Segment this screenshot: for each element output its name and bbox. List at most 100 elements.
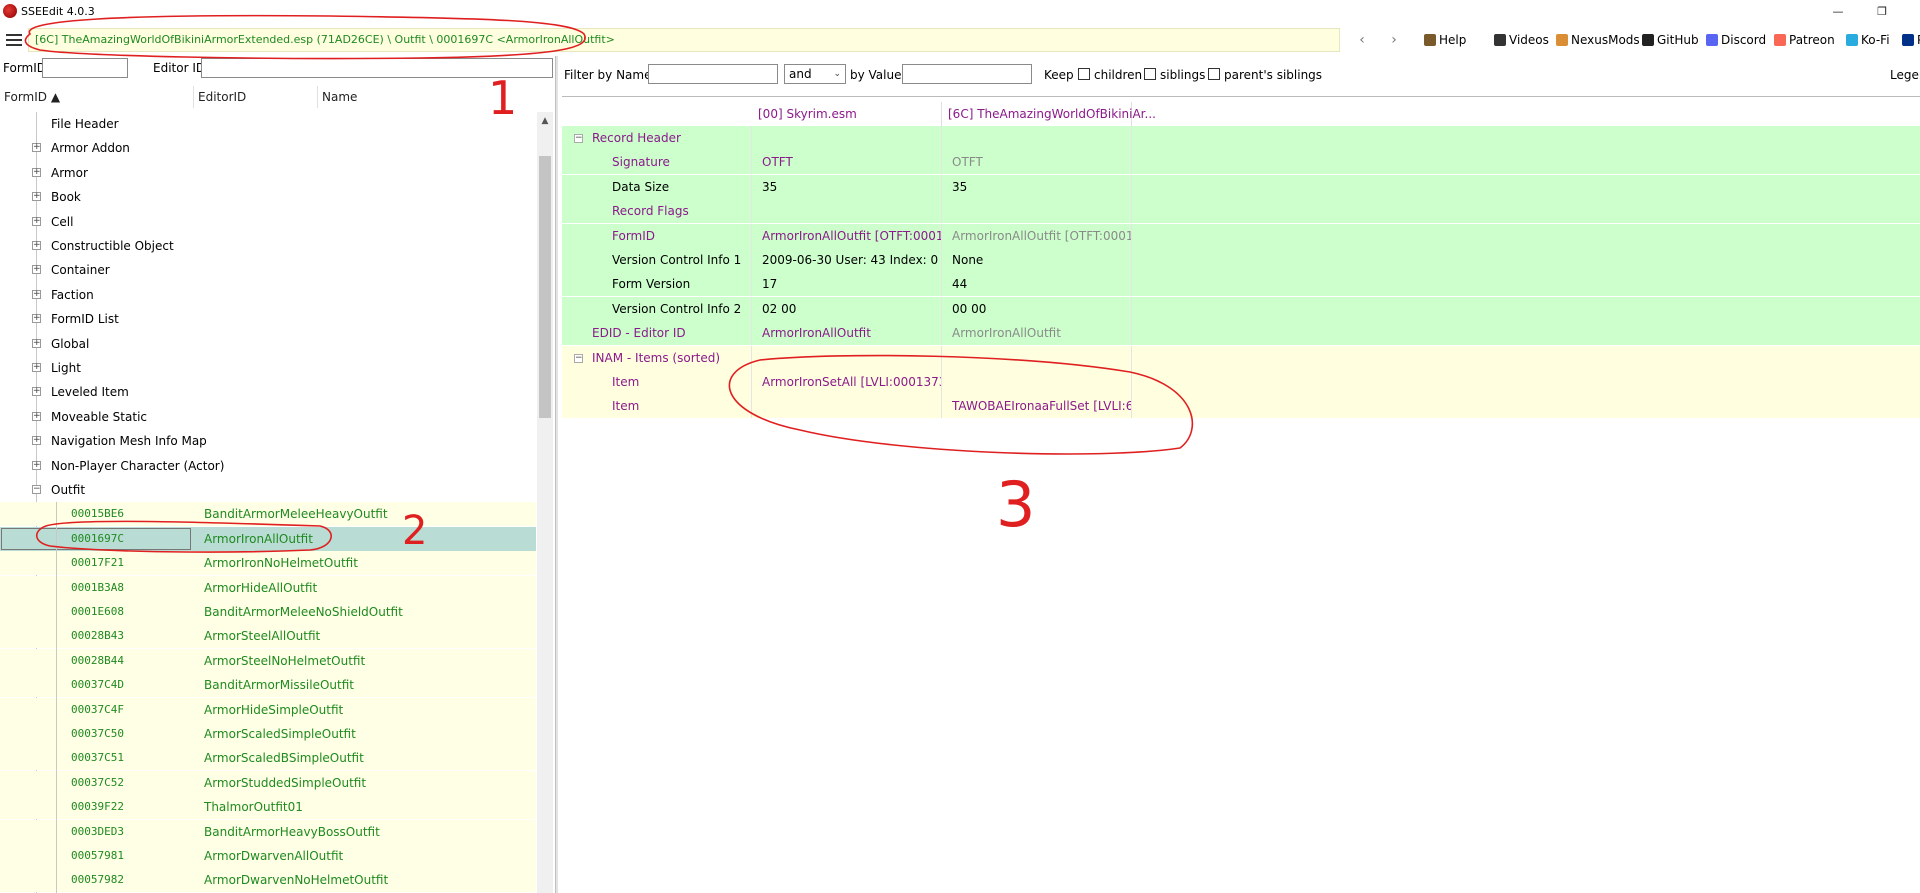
tree-category-row[interactable]: + Moveable Static bbox=[0, 405, 536, 429]
tree-row[interactable]: 0001B3A8 ArmorHideAllOutfit bbox=[0, 575, 536, 600]
tree-category-row[interactable]: + Container bbox=[0, 258, 536, 282]
tree-row[interactable]: 00037C51 ArmorScaledBSimpleOutfit bbox=[0, 746, 536, 771]
record-row[interactable]: − INAM - Items (sorted) bbox=[562, 345, 1920, 370]
record-row[interactable]: Item TAWOBAEIronaaFullSet [LVLI:6C... bbox=[562, 394, 1920, 419]
tree-category-row[interactable]: + Light bbox=[0, 356, 536, 380]
children-checkbox[interactable] bbox=[1078, 68, 1090, 80]
tree-category-row[interactable]: + Global bbox=[0, 332, 536, 356]
tree-category-row[interactable]: + Non-Player Character (Actor) bbox=[0, 454, 536, 478]
plugin-value-cell[interactable]: 44 bbox=[942, 272, 1132, 297]
master-value-cell[interactable]: OTFT bbox=[752, 150, 942, 175]
tree-category-row[interactable]: + Faction bbox=[0, 283, 536, 307]
tree-category-row[interactable]: + FormID List bbox=[0, 307, 536, 331]
record-column-master[interactable]: [00] Skyrim.esm bbox=[752, 102, 942, 126]
siblings-checkbox[interactable] bbox=[1144, 68, 1156, 80]
tree-row[interactable]: 00057982 ArmorDwarvenNoHelmetOutfit bbox=[0, 868, 536, 893]
master-value-cell[interactable]: 35 bbox=[752, 174, 942, 199]
scrollbar-thumb[interactable] bbox=[539, 156, 551, 418]
record-row[interactable]: Signature OTFT OTFT bbox=[562, 150, 1920, 175]
formid-filter-input[interactable] bbox=[42, 58, 128, 78]
plugin-value-cell[interactable] bbox=[942, 370, 1132, 394]
link-github[interactable]: GitHub bbox=[1642, 28, 1699, 52]
tree-row[interactable]: 00037C52 ArmorStuddedSimpleOutfit bbox=[0, 770, 536, 795]
record-row[interactable]: Form Version 17 44 bbox=[562, 272, 1920, 297]
plugin-value-cell[interactable]: 00 00 bbox=[942, 296, 1132, 321]
record-row[interactable]: Version Control Info 1 2009-06-30 User: 4… bbox=[562, 248, 1920, 272]
plugin-value-cell[interactable] bbox=[942, 199, 1132, 224]
tree-row[interactable]: 00017F21 ArmorIronNoHelmetOutfit bbox=[0, 551, 536, 576]
plugin-value-cell[interactable]: None bbox=[942, 248, 1132, 272]
master-value-cell[interactable]: ArmorIronAllOutfit [OTFT:000169... bbox=[752, 223, 942, 248]
editorid-filter-input[interactable] bbox=[201, 58, 553, 78]
filter-by-name-input[interactable] bbox=[648, 64, 778, 84]
record-row[interactable]: EDID - Editor ID ArmorIronAllOutfit ArmorI… bbox=[562, 321, 1920, 346]
expand-plus-icon[interactable]: + bbox=[32, 436, 41, 446]
record-row[interactable]: Item ArmorIronSetAll [LVLI:00013739] bbox=[562, 370, 1920, 394]
link-help[interactable]: Help bbox=[1424, 28, 1466, 52]
tree-category-row[interactable]: + Constructible Object bbox=[0, 234, 536, 258]
master-value-cell[interactable] bbox=[752, 199, 942, 224]
expand-plus-icon[interactable]: + bbox=[32, 363, 41, 372]
column-header-formid[interactable]: FormID ▲ bbox=[0, 86, 194, 108]
master-value-cell[interactable]: 02 00 bbox=[752, 296, 942, 321]
minimize-button[interactable]: — bbox=[1818, 0, 1858, 22]
filter-operator-select[interactable]: and ⌄ bbox=[784, 64, 846, 84]
tree-row[interactable]: 00015BE6 BanditArmorMeleeHeavyOutfit bbox=[0, 502, 536, 527]
tree-category-row[interactable]: − Outfit bbox=[0, 478, 536, 502]
tree-row[interactable]: 00037C50 ArmorScaledSimpleOutfit bbox=[0, 722, 536, 746]
expand-plus-icon[interactable]: + bbox=[32, 460, 41, 470]
tree-category-row[interactable]: + Book bbox=[0, 185, 536, 209]
tree-row[interactable]: 00037C4F ArmorHideSimpleOutfit bbox=[0, 697, 536, 722]
plugin-value-cell[interactable]: ArmorIronAllOutfit bbox=[942, 321, 1132, 346]
master-value-cell[interactable]: 2009-06-30 User: 43 Index: 0 bbox=[752, 248, 942, 272]
panel-splitter[interactable] bbox=[555, 56, 558, 893]
master-value-cell[interactable] bbox=[752, 126, 942, 150]
column-header-editorid[interactable]: EditorID bbox=[194, 86, 318, 108]
back-arrow-icon[interactable]: ‹ bbox=[1352, 28, 1372, 52]
maximize-button[interactable]: ❐ bbox=[1862, 0, 1902, 22]
tree-category-row[interactable]: + Armor bbox=[0, 161, 536, 185]
plugin-value-cell[interactable] bbox=[942, 345, 1132, 370]
link-patreon[interactable]: Patreon bbox=[1774, 28, 1835, 52]
tree-row[interactable]: 00028B43 ArmorSteelAllOutfit bbox=[0, 624, 536, 649]
tree-category-row[interactable]: File Header bbox=[0, 112, 536, 136]
parents-siblings-checkbox[interactable] bbox=[1208, 68, 1220, 80]
collapse-minus-icon[interactable]: − bbox=[574, 353, 583, 363]
record-column-plugin[interactable]: [6C] TheAmazingWorldOfBikiniAr... bbox=[942, 102, 1156, 126]
master-value-cell[interactable]: ArmorIronAllOutfit bbox=[752, 321, 942, 346]
record-path-field[interactable]: [6C] TheAmazingWorldOfBikiniArmorExtende… bbox=[28, 28, 1340, 52]
collapse-minus-icon[interactable]: − bbox=[32, 485, 41, 494]
record-row[interactable]: Version Control Info 2 02 00 00 00 bbox=[562, 296, 1920, 321]
expand-plus-icon[interactable]: + bbox=[32, 265, 41, 275]
master-value-cell[interactable] bbox=[752, 394, 942, 419]
tree-category-row[interactable]: + Armor Addon bbox=[0, 136, 536, 160]
tree-category-row[interactable]: + Cell bbox=[0, 210, 536, 234]
plugin-value-cell[interactable]: OTFT bbox=[942, 150, 1132, 175]
record-row[interactable]: − Record Header bbox=[562, 126, 1920, 150]
link-ko-fi[interactable]: Ko-Fi bbox=[1846, 28, 1890, 52]
plugin-value-cell[interactable]: TAWOBAEIronaaFullSet [LVLI:6C... bbox=[942, 394, 1132, 419]
column-header-name[interactable]: Name bbox=[318, 86, 536, 108]
expand-plus-icon[interactable]: + bbox=[32, 143, 41, 153]
link-nexusmods[interactable]: NexusMods bbox=[1556, 28, 1640, 52]
expand-plus-icon[interactable]: + bbox=[32, 411, 41, 421]
master-value-cell[interactable]: 17 bbox=[752, 272, 942, 297]
tree-row[interactable]: 00037C4D BanditArmorMissileOutfit bbox=[0, 673, 536, 698]
expand-plus-icon[interactable]: + bbox=[32, 216, 41, 226]
master-value-cell[interactable]: ArmorIronSetAll [LVLI:00013739] bbox=[752, 370, 942, 394]
tree-row[interactable]: 0001E608 BanditArmorMeleeNoShieldOutfit bbox=[0, 600, 536, 624]
collapse-minus-icon[interactable]: − bbox=[574, 134, 583, 143]
expand-plus-icon[interactable]: + bbox=[32, 314, 41, 324]
record-row[interactable]: FormID ArmorIronAllOutfit [OTFT:000169...… bbox=[562, 223, 1920, 248]
tree-category-row[interactable]: + Navigation Mesh Info Map bbox=[0, 429, 536, 453]
record-row[interactable]: Data Size 35 35 bbox=[562, 174, 1920, 199]
tree-row-selected[interactable]: 0001697C ArmorIronAllOutfit bbox=[0, 526, 536, 551]
legend-button[interactable]: Legen bbox=[1890, 68, 1920, 82]
expand-plus-icon[interactable]: + bbox=[32, 289, 41, 299]
tree-row[interactable]: 00057981 ArmorDwarvenAllOutfit bbox=[0, 844, 536, 868]
master-value-cell[interactable] bbox=[752, 345, 942, 370]
link-videos[interactable]: Videos bbox=[1494, 28, 1549, 52]
tree-category-row[interactable]: + Leveled Item bbox=[0, 380, 536, 404]
link-discord[interactable]: Discord bbox=[1706, 28, 1766, 52]
record-row[interactable]: Record Flags bbox=[562, 199, 1920, 224]
